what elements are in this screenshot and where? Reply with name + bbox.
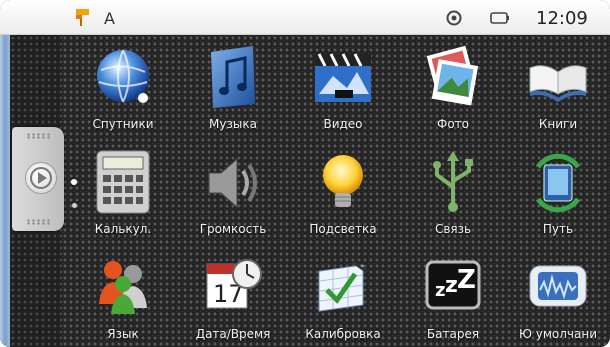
flag-icon xyxy=(74,7,92,27)
book-icon xyxy=(528,42,588,112)
status-bar: A 12:09 xyxy=(0,0,610,35)
people-icon xyxy=(93,252,153,322)
side-drawer-handle[interactable] xyxy=(12,127,64,231)
menu-item-label: Спутники xyxy=(92,117,154,131)
menu-item-satellites[interactable]: Спутники xyxy=(73,38,173,140)
menu-item-calibration[interactable]: Калибровка xyxy=(293,248,393,347)
menu-item-battery[interactable]: z z Z Батарея xyxy=(403,248,503,347)
clock-time: 12:09 xyxy=(536,8,588,29)
menu-item-books[interactable]: Книги xyxy=(508,38,608,140)
menu-item-video[interactable]: Видео xyxy=(293,38,393,140)
menu-item-music[interactable]: Музыка xyxy=(183,38,283,140)
navigator-refresh-icon xyxy=(528,147,588,217)
usb-icon xyxy=(423,147,483,217)
play-icon[interactable] xyxy=(25,162,57,194)
menu-item-label: Музыка xyxy=(209,117,257,131)
photos-icon xyxy=(423,42,483,112)
menu-item-label: Подсветка xyxy=(309,222,377,236)
svg-text:z: z xyxy=(435,280,445,301)
menu-item-language[interactable]: Язык xyxy=(73,248,173,347)
menu-item-path[interactable]: Путь xyxy=(508,143,608,245)
menu-item-backlight[interactable]: Подсветка xyxy=(293,143,393,245)
music-note-icon xyxy=(203,42,263,112)
menu-item-defaults[interactable]: Ю умолчани xyxy=(508,248,608,347)
calibration-check-icon xyxy=(313,252,373,322)
globe-icon xyxy=(93,42,153,112)
battery-icon xyxy=(490,12,510,24)
menu-item-label: Связь xyxy=(434,222,472,236)
sleep-zzz-icon: z z Z xyxy=(423,252,483,322)
menu-item-label: Путь xyxy=(542,222,574,236)
device-screen: A 12:09 Спутники Музыка Видео Фото Книги… xyxy=(0,0,610,347)
menu-item-label: Дата/Время xyxy=(195,327,271,341)
light-bulb-icon xyxy=(313,147,373,217)
menu-item-volume[interactable]: Громкость xyxy=(183,143,283,245)
speaker-icon xyxy=(203,147,263,217)
menu-item-label: Калькул. xyxy=(94,222,152,236)
menu-item-label: Батарея xyxy=(426,327,480,341)
left-edge-strip xyxy=(0,35,10,347)
menu-item-datetime[interactable]: 17 Дата/Время xyxy=(183,248,283,347)
menu-item-connection[interactable]: Связь xyxy=(403,143,503,245)
svg-text:Z: Z xyxy=(457,265,476,295)
menu-item-label: Язык xyxy=(107,327,139,341)
language-indicator: A xyxy=(104,9,115,28)
grip-dots xyxy=(26,133,50,139)
menu-item-label: Калибровка xyxy=(305,327,381,341)
menu-item-label: Видео xyxy=(323,117,363,131)
menu-item-label: Книги xyxy=(538,117,578,131)
calendar-clock-icon: 17 xyxy=(203,252,263,322)
device-default-icon xyxy=(528,252,588,322)
video-clapper-icon xyxy=(313,42,373,112)
gps-icon xyxy=(446,10,462,26)
menu-item-calculator[interactable]: Калькул. xyxy=(73,143,173,245)
menu-item-label: Фото xyxy=(436,117,469,131)
grip-dots xyxy=(26,219,50,225)
menu-item-photo[interactable]: Фото xyxy=(403,38,503,140)
menu-item-label: Ю умолчани xyxy=(518,327,598,341)
calculator-icon xyxy=(93,147,153,217)
menu-item-label: Громкость xyxy=(199,222,267,236)
svg-text:z: z xyxy=(445,273,458,298)
